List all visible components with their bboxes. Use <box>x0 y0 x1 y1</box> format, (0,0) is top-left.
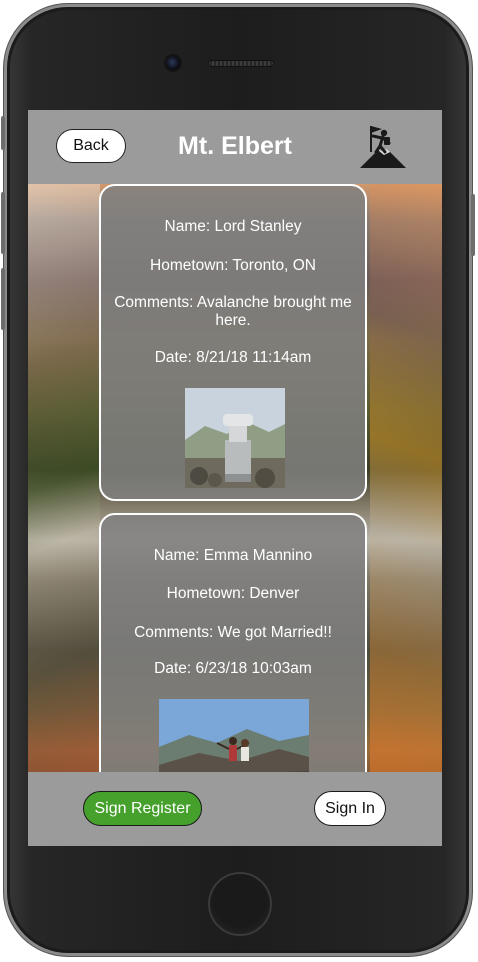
register-entry-card: Name: Lord Stanley Hometown: Toronto, ON… <box>99 184 367 501</box>
register-feed[interactable]: Name: Lord Stanley Hometown: Toronto, ON… <box>99 184 371 772</box>
sign-in-button[interactable]: Sign In <box>314 791 386 826</box>
power-button <box>471 194 475 256</box>
entry-comments: Comments: We got Married!! <box>134 624 332 641</box>
background-right-edge <box>370 184 442 774</box>
app-screen: Back Mt. Elbert Name: Lord Stanley Homet… <box>28 110 442 846</box>
stanley-cup-photo <box>185 388 285 488</box>
home-button[interactable] <box>208 872 272 936</box>
entry-date: Date: 8/21/18 11:14am <box>154 349 312 366</box>
summit-couple-photo <box>159 699 309 772</box>
footer-bar: Sign Register Sign In <box>28 772 442 846</box>
earpiece-speaker <box>208 60 274 67</box>
entry-name: Name: Emma Mannino <box>153 547 313 564</box>
front-camera <box>166 56 180 70</box>
entry-date: Date: 6/23/18 10:03am <box>154 660 312 677</box>
background-left-edge <box>28 184 100 774</box>
hiker-summit-icon <box>360 126 406 168</box>
volume-down-button <box>1 268 5 330</box>
entry-comments: Comments: Avalanche brought me here. <box>114 294 352 329</box>
header-bar: Back Mt. Elbert <box>28 110 442 184</box>
entry-name: Name: Lord Stanley <box>164 218 302 235</box>
entry-hometown: Hometown: Toronto, ON <box>150 257 316 274</box>
register-entry-card: Name: Emma Mannino Hometown: Denver Comm… <box>99 513 367 772</box>
entry-hometown: Hometown: Denver <box>166 585 300 602</box>
mute-switch <box>1 116 5 150</box>
sign-register-button[interactable]: Sign Register <box>83 791 202 826</box>
volume-up-button <box>1 192 5 254</box>
